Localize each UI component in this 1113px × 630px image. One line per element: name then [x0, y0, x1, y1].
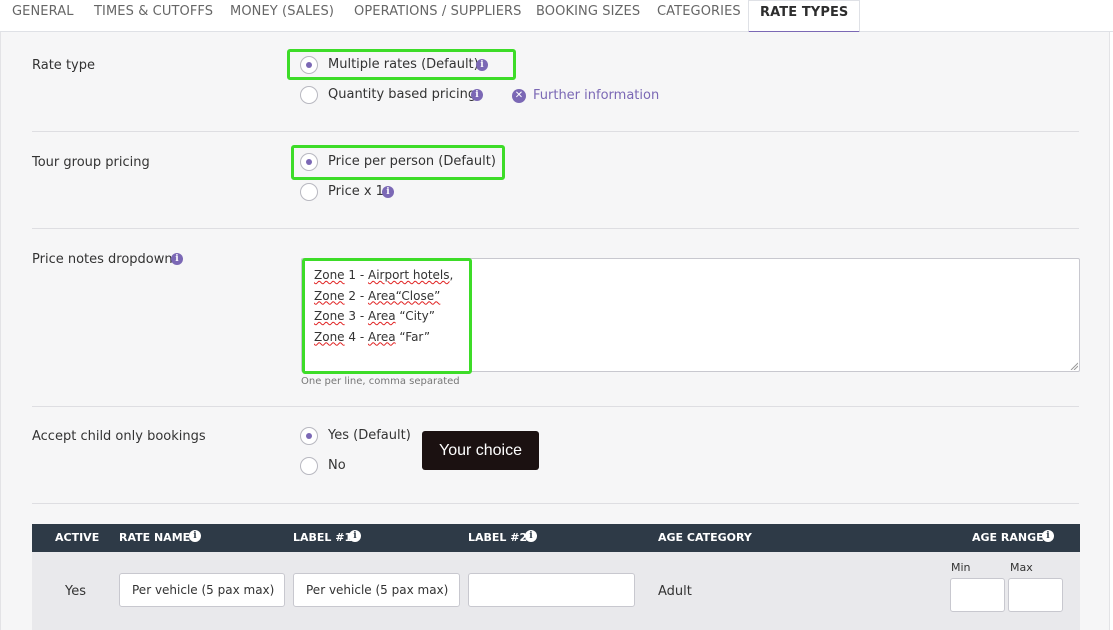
- col-label-2: LABEL #2: [468, 531, 528, 544]
- price-note-line: Zone 2 - Area“Close”: [314, 288, 441, 303]
- radio-child-only-yes[interactable]: [300, 427, 318, 445]
- radio-price-per-person[interactable]: [300, 153, 318, 171]
- divider: [32, 406, 1079, 407]
- max-label: Max: [1010, 561, 1033, 574]
- row-active-value: Yes: [65, 584, 86, 599]
- price-note-line: Zone 1 - Airport hotels,: [314, 268, 454, 282]
- info-icon[interactable]: i: [476, 59, 488, 71]
- age-min-input[interactable]: [950, 578, 1005, 612]
- info-icon[interactable]: i: [525, 530, 537, 542]
- min-label: Min: [951, 561, 971, 574]
- col-rate-name: RATE NAME: [119, 531, 191, 544]
- child-only-no-label: No: [328, 458, 346, 473]
- divider: [32, 503, 1079, 504]
- rate-type-label: Rate type: [32, 58, 95, 73]
- multiple-rates-label: Multiple rates (Default): [328, 57, 479, 72]
- price-notes-hint: One per line, comma separated: [301, 376, 460, 387]
- price-x-1-label: Price x 1: [328, 184, 384, 199]
- tab-booking-sizes[interactable]: BOOKING SIZES: [536, 0, 640, 32]
- rate-types-panel: Rate type Multiple rates (Default) i Qua…: [0, 32, 1110, 630]
- info-icon[interactable]: i: [189, 530, 201, 542]
- child-only-yes-label: Yes (Default): [328, 428, 411, 443]
- age-max-input[interactable]: [1008, 578, 1063, 612]
- close-circle-icon[interactable]: ✕: [512, 89, 526, 103]
- row-age-category-value: Adult: [658, 584, 692, 599]
- tab-money-sales[interactable]: MONEY (SALES): [230, 0, 334, 32]
- col-age-range: AGE RANGE: [972, 531, 1044, 544]
- tab-general[interactable]: GENERAL: [12, 0, 74, 32]
- info-icon[interactable]: i: [1042, 530, 1054, 542]
- col-age-category: AGE CATEGORY: [658, 531, 752, 544]
- info-icon[interactable]: i: [382, 186, 394, 198]
- label-1-input[interactable]: Per vehicle (5 pax max): [293, 573, 460, 607]
- price-per-person-label: Price per person (Default): [328, 154, 496, 169]
- tab-operations-suppliers[interactable]: OPERATIONS / SUPPLIERS: [354, 0, 522, 32]
- tour-group-pricing-label: Tour group pricing: [32, 155, 150, 170]
- table-row: Yes Per vehicle (5 pax max) Per vehicle …: [32, 552, 1080, 630]
- label-2-input[interactable]: [468, 573, 635, 607]
- price-notes-textarea[interactable]: Zone 1 - Airport hotels, Zone 2 - Area“C…: [301, 258, 1080, 372]
- radio-child-only-no[interactable]: [300, 457, 318, 475]
- divider: [32, 228, 1079, 229]
- tab-bar: GENERAL TIMES & CUTOFFS MONEY (SALES) OP…: [0, 0, 1113, 33]
- your-choice-tooltip: Your choice: [422, 431, 539, 470]
- price-note-line: Zone 3 - Area “City”: [314, 309, 435, 323]
- quantity-based-pricing-label: Quantity based pricing: [328, 87, 477, 102]
- col-active: ACTIVE: [55, 531, 100, 544]
- radio-price-x-1[interactable]: [300, 183, 318, 201]
- info-icon[interactable]: i: [349, 530, 361, 542]
- info-icon[interactable]: i: [471, 89, 483, 101]
- info-icon[interactable]: i: [171, 253, 183, 265]
- rates-table-header: ACTIVE RATE NAME i LABEL #1 i LABEL #2 i…: [32, 524, 1080, 552]
- accept-child-only-label: Accept child only bookings: [32, 429, 206, 444]
- price-notes-dropdown-label: Price notes dropdown: [32, 252, 173, 267]
- col-label-1: LABEL #1: [293, 531, 353, 544]
- radio-multiple-rates[interactable]: [300, 56, 318, 74]
- tab-categories[interactable]: CATEGORIES: [657, 0, 741, 32]
- radio-quantity-based-pricing[interactable]: [300, 86, 318, 104]
- price-note-line: Zone 4 - Area “Far”: [314, 329, 431, 344]
- tab-times-cutoffs[interactable]: TIMES & CUTOFFS: [94, 0, 213, 32]
- further-information-link[interactable]: Further information: [533, 88, 659, 103]
- divider: [32, 131, 1079, 132]
- resize-handle-icon[interactable]: [1070, 362, 1078, 370]
- rate-name-input[interactable]: Per vehicle (5 pax max): [119, 573, 285, 607]
- tab-rate-types[interactable]: RATE TYPES: [748, 0, 861, 33]
